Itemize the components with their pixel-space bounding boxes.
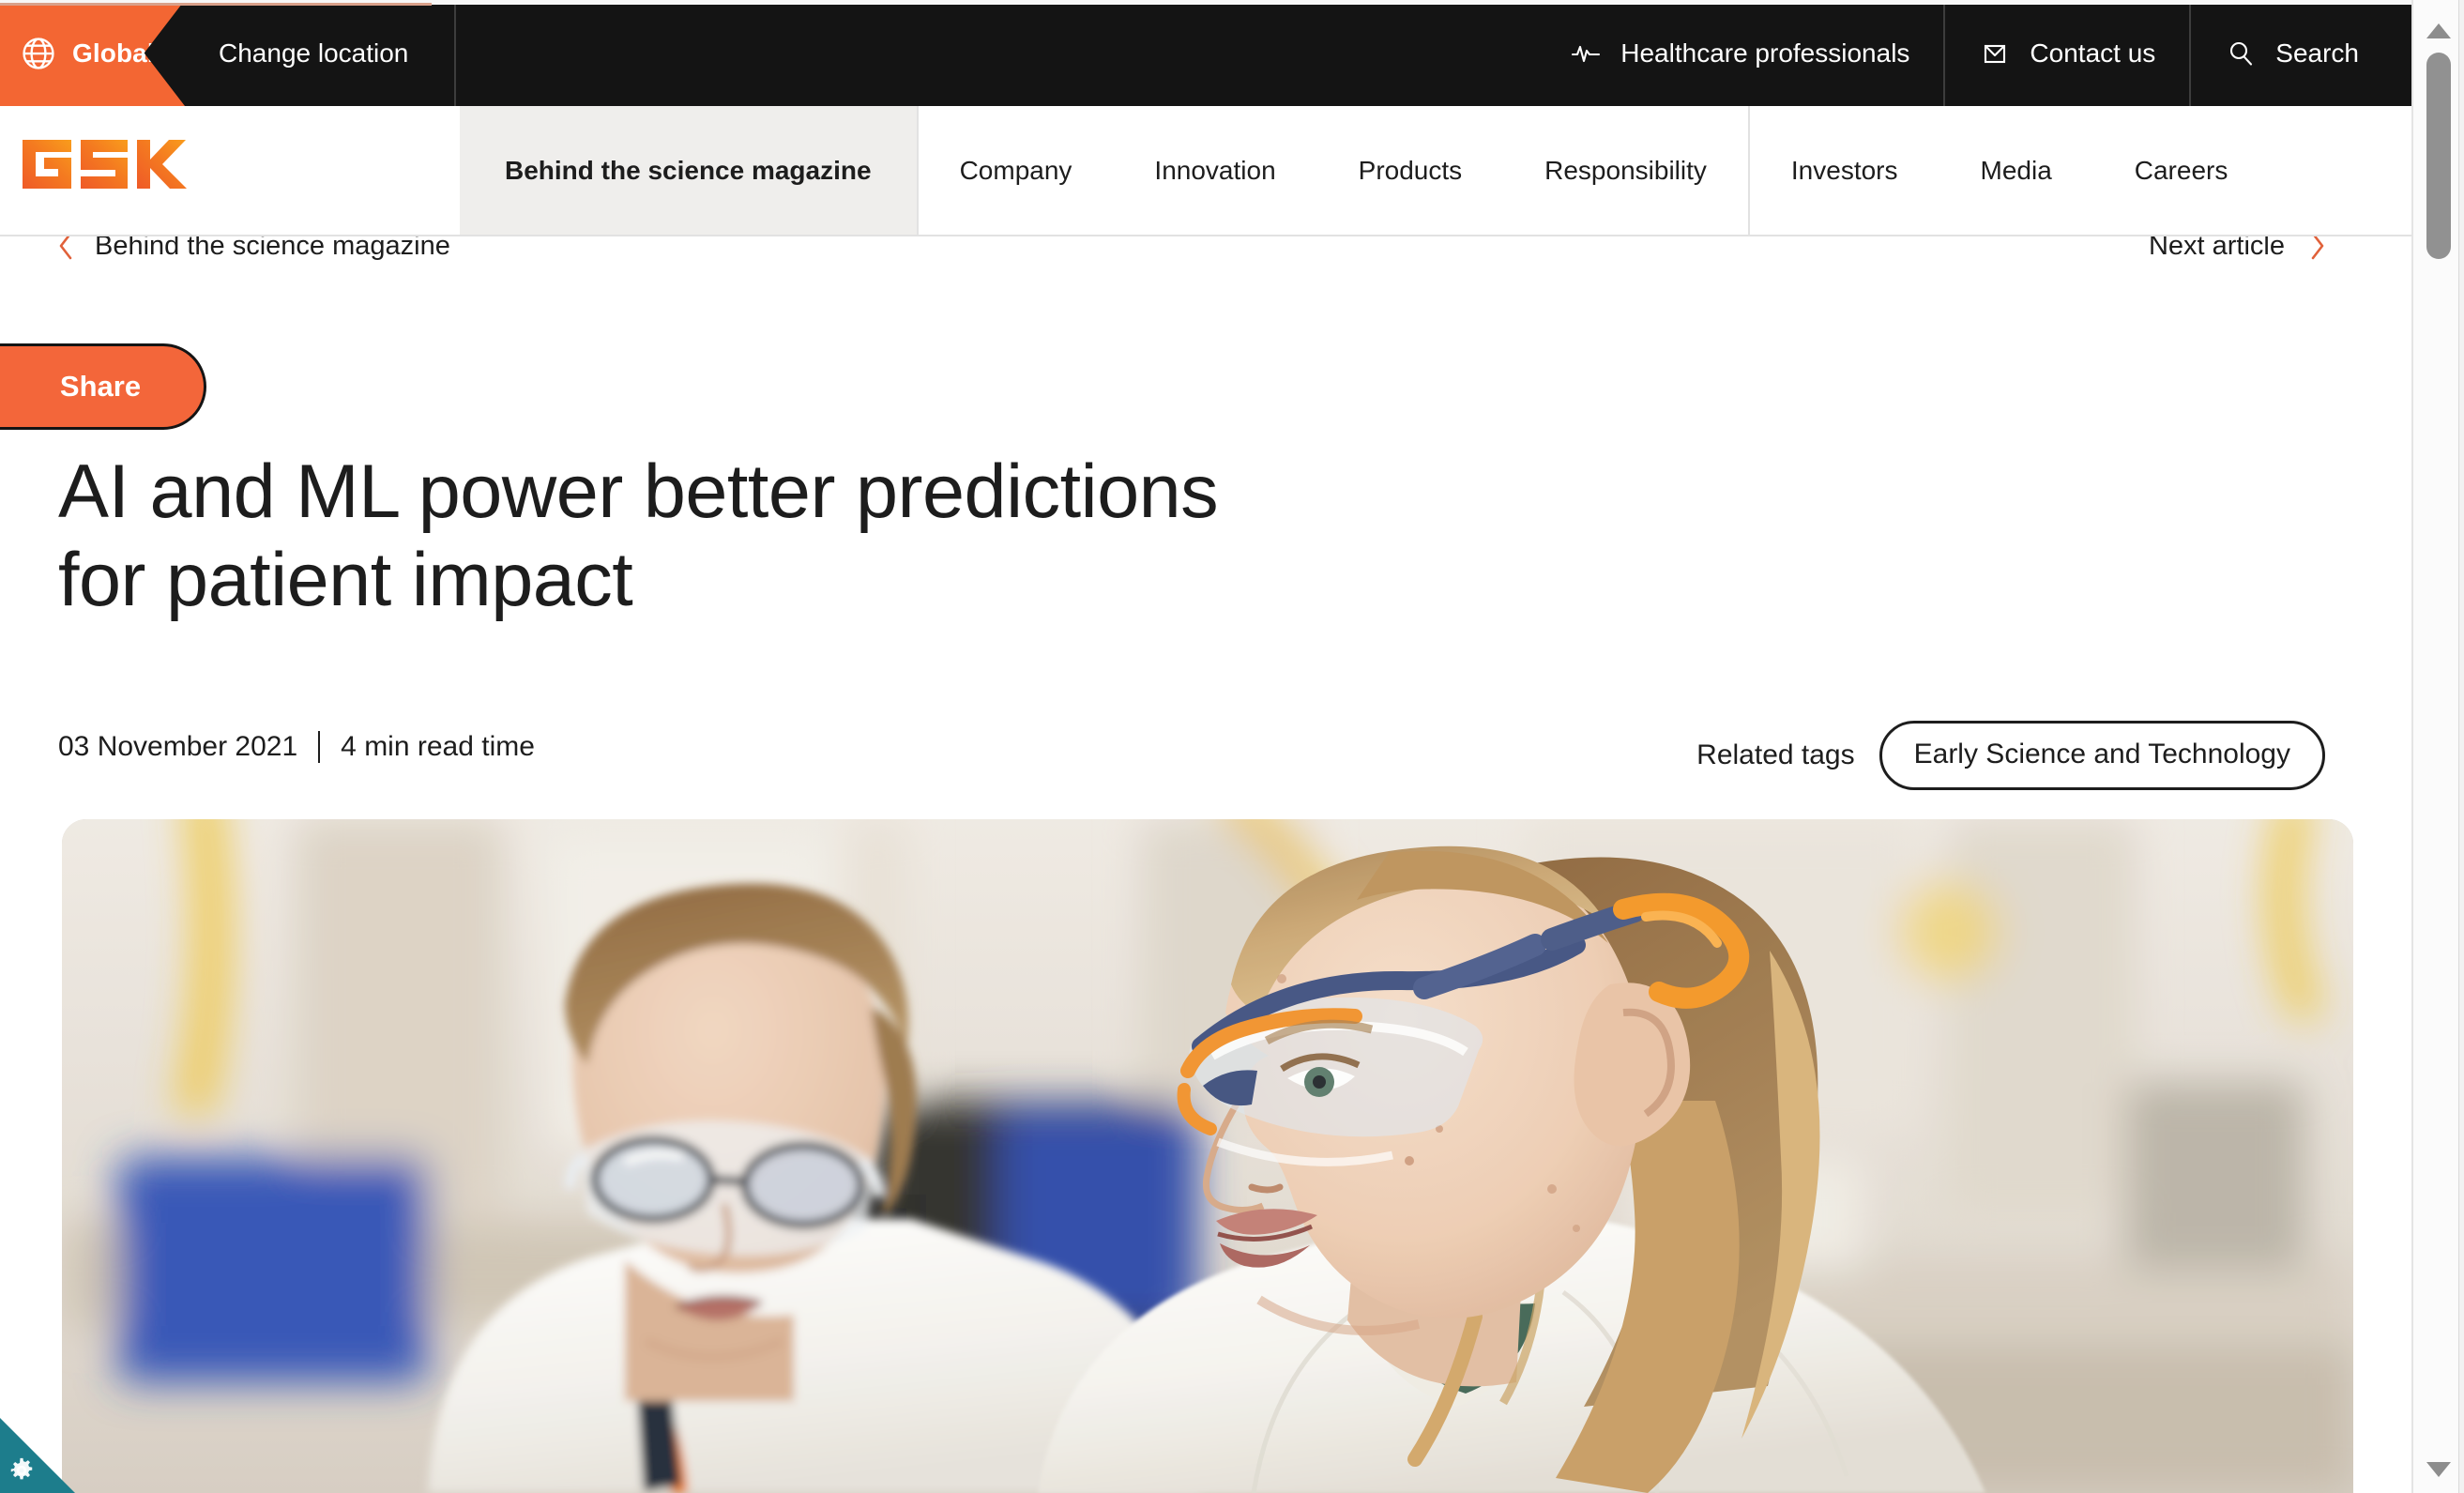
nav-item-label: Innovation bbox=[1154, 155, 1276, 185]
browser-scrollbar[interactable] bbox=[2411, 0, 2464, 1493]
pulse-icon bbox=[1572, 45, 1601, 62]
utility-bar: Global Change location Healthcare profes… bbox=[0, 0, 2411, 106]
nav-item-behind-the-science-magazine[interactable]: Behind the science magazine bbox=[460, 106, 917, 235]
nav-item-label: Company bbox=[959, 155, 1072, 185]
nav-item-label: Investors bbox=[1790, 155, 1898, 185]
gear-icon bbox=[10, 1457, 33, 1480]
page-title: AI and ML power better predictions for p… bbox=[58, 449, 1278, 625]
nav-item-products[interactable]: Products bbox=[1317, 106, 1504, 235]
tag-chip-early-science-and-technology[interactable]: Early Science and Technology bbox=[1878, 721, 2325, 790]
contact-us-label: Contact us bbox=[2030, 38, 2156, 68]
privacy-settings-widget[interactable] bbox=[0, 1418, 75, 1493]
nav-item-investors[interactable]: Investors bbox=[1750, 106, 1939, 235]
share-button-label: Share bbox=[59, 370, 142, 403]
nav-item-careers[interactable]: Careers bbox=[2093, 106, 2270, 235]
globe-icon bbox=[23, 37, 54, 69]
nav-item-responsibility[interactable]: Responsibility bbox=[1503, 106, 1748, 235]
change-location-link[interactable]: Change location bbox=[185, 0, 446, 106]
nav-item-label: Responsibility bbox=[1544, 155, 1707, 185]
envelope-icon bbox=[1985, 44, 2006, 63]
global-badge-label: Global bbox=[72, 38, 155, 68]
hero-image-illustration bbox=[62, 819, 2353, 1493]
search-label: Search bbox=[2275, 38, 2359, 68]
related-tags-label: Related tags bbox=[1696, 739, 1855, 770]
publish-date: 03 November 2021 bbox=[58, 731, 298, 762]
nav-item-label: Behind the science magazine bbox=[505, 155, 872, 185]
search-icon bbox=[2230, 41, 2253, 66]
healthcare-professionals-label: Healthcare professionals bbox=[1620, 38, 1910, 68]
share-button[interactable]: Share bbox=[0, 343, 206, 430]
utility-divider bbox=[454, 0, 456, 106]
nav-item-innovation[interactable]: Innovation bbox=[1113, 106, 1316, 235]
nav-items: Behind the science magazine Company Inno… bbox=[460, 106, 2269, 235]
scroll-up-arrow-icon[interactable] bbox=[2425, 21, 2453, 41]
scroll-down-arrow-icon[interactable] bbox=[2425, 1459, 2453, 1480]
meta-divider bbox=[318, 731, 321, 763]
nav-item-label: Products bbox=[1358, 155, 1463, 185]
healthcare-professionals-link[interactable]: Healthcare professionals bbox=[1532, 0, 1943, 106]
gsk-logo[interactable] bbox=[19, 130, 206, 198]
page-top-accent bbox=[0, 3, 432, 6]
utility-actions: Healthcare professionals Contact us Sear… bbox=[1532, 0, 2411, 106]
change-location-label: Change location bbox=[219, 38, 409, 68]
hero-image bbox=[62, 819, 2353, 1493]
nav-item-label: Careers bbox=[2134, 155, 2228, 185]
related-tags: Related tags Early Science and Technolog… bbox=[1696, 721, 2325, 790]
page-title-line-2: for patient impact bbox=[58, 537, 633, 622]
nav-item-label: Media bbox=[1980, 155, 2052, 185]
page-viewport: Global Change location Healthcare profes… bbox=[0, 0, 2411, 1493]
nav-item-company[interactable]: Company bbox=[919, 106, 1114, 235]
page-top-edge bbox=[0, 0, 2411, 6]
global-region-badge[interactable]: Global bbox=[0, 0, 185, 106]
contact-us-link[interactable]: Contact us bbox=[1943, 0, 2189, 106]
main-navigation: Behind the science magazine Company Inno… bbox=[0, 106, 2411, 236]
scrollbar-track-edge bbox=[2458, 0, 2464, 1493]
page-title-line-1: AI and ML power better predictions bbox=[58, 449, 1219, 534]
article-meta: 03 November 2021 4 min read time bbox=[58, 731, 535, 763]
nav-item-media[interactable]: Media bbox=[1939, 106, 2093, 235]
scrollbar-thumb[interactable] bbox=[2426, 53, 2451, 259]
browser-window: Global Change location Healthcare profes… bbox=[0, 0, 2464, 1493]
read-time: 4 min read time bbox=[341, 731, 535, 762]
search-button[interactable]: Search bbox=[2189, 0, 2411, 106]
